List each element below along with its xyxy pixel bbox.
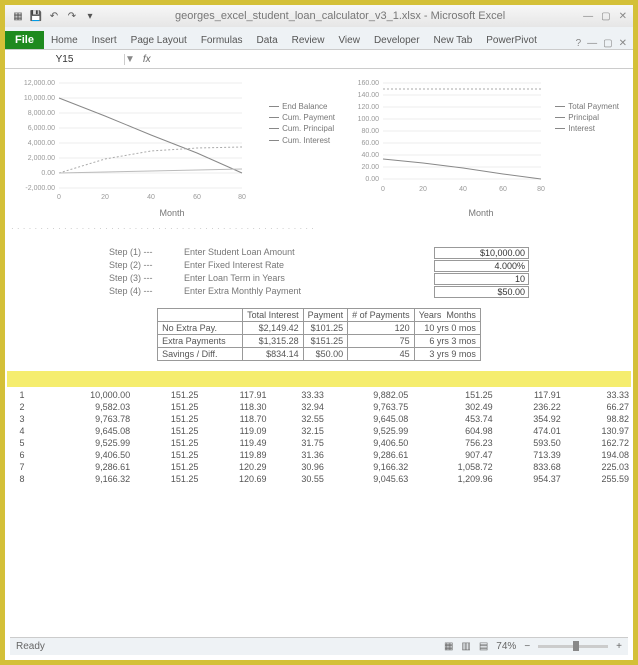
svg-text:40.00: 40.00 xyxy=(361,152,379,159)
svg-text:60: 60 xyxy=(193,194,201,201)
svg-text:80: 80 xyxy=(238,194,246,201)
window-controls: — ▢ ✕ xyxy=(583,11,627,22)
zoom-out-button[interactable]: − xyxy=(524,641,530,652)
svg-text:-2,000.00: -2,000.00 xyxy=(25,185,55,192)
qat-more-icon[interactable]: ▾ xyxy=(83,9,97,23)
amortization-table: 110,000.00151.25117.9133.339,882.05151.2… xyxy=(7,389,631,485)
tab-powerpivot[interactable]: PowerPivot xyxy=(479,32,544,49)
tab-insert[interactable]: Insert xyxy=(85,32,124,49)
view-layout-icon[interactable]: ▥ xyxy=(461,641,470,652)
excel-icon: ▦ xyxy=(11,9,25,23)
svg-text:160.00: 160.00 xyxy=(358,80,380,87)
svg-text:60: 60 xyxy=(499,186,507,193)
header-band xyxy=(7,371,631,387)
chart-payment[interactable]: 160.00 140.00 120.00 100.00 80.00 60.00 … xyxy=(341,73,621,218)
summary-table: Total InterestPayment# of PaymentsYears … xyxy=(157,308,481,361)
ribbon-min-icon[interactable]: — xyxy=(587,38,597,49)
status-ready: Ready xyxy=(16,641,45,652)
tab-home[interactable]: Home xyxy=(44,32,85,49)
svg-text:0.00: 0.00 xyxy=(365,176,379,183)
name-box[interactable]: Y15 xyxy=(5,54,125,65)
tab-new[interactable]: New Tab xyxy=(427,32,480,49)
svg-text:20: 20 xyxy=(101,194,109,201)
undo-icon[interactable]: ↶ xyxy=(47,9,61,23)
tab-review[interactable]: Review xyxy=(285,32,332,49)
svg-text:0.00: 0.00 xyxy=(41,170,55,177)
status-bar: Ready ▦ ▥ ▤ 74% − + xyxy=(10,637,628,655)
tab-developer[interactable]: Developer xyxy=(367,32,427,49)
save-icon[interactable]: 💾 xyxy=(29,9,43,23)
table-row: 29,582.03151.25118.3032.949,763.75302.49… xyxy=(7,401,631,413)
chart-xlabel-right: Month xyxy=(341,208,621,218)
formula-bar: Y15 ▼ fx xyxy=(5,49,633,69)
fx-icon[interactable]: fx xyxy=(135,54,159,65)
svg-text:8,000.00: 8,000.00 xyxy=(28,110,55,117)
chart-legend-right: Total Payment Principal Interest xyxy=(555,101,619,135)
tab-formulas[interactable]: Formulas xyxy=(194,32,250,49)
svg-text:0: 0 xyxy=(57,194,61,201)
quick-access-toolbar: ▦ 💾 ↶ ↷ ▾ xyxy=(11,9,97,23)
help-icon[interactable]: ? xyxy=(576,38,582,49)
svg-text:12,000.00: 12,000.00 xyxy=(24,80,55,87)
name-box-dropdown-icon[interactable]: ▼ xyxy=(125,54,135,65)
svg-text:0: 0 xyxy=(381,186,385,193)
rate-input[interactable]: 4.000% xyxy=(434,260,529,272)
svg-text:120.00: 120.00 xyxy=(358,104,380,111)
svg-text:20: 20 xyxy=(419,186,427,193)
table-row: 69,406.50151.25119.8931.369,286.61907.47… xyxy=(7,449,631,461)
svg-text:2,000.00: 2,000.00 xyxy=(28,155,55,162)
maximize-button[interactable]: ▢ xyxy=(601,11,610,22)
svg-text:140.00: 140.00 xyxy=(358,92,380,99)
chart-balance[interactable]: 12,000.00 10,000.00 8,000.00 6,000.00 4,… xyxy=(7,73,337,218)
svg-text:40: 40 xyxy=(147,194,155,201)
table-row: 89,166.32151.25120.6930.559,045.631,209.… xyxy=(7,473,631,485)
svg-text:100.00: 100.00 xyxy=(358,116,380,123)
table-row: 59,525.99151.25119.4931.759,406.50756.23… xyxy=(7,437,631,449)
ribbon-max-icon[interactable]: ▢ xyxy=(603,38,612,49)
tab-page-layout[interactable]: Page Layout xyxy=(124,32,194,49)
table-row: 79,286.61151.25120.2930.969,166.321,058.… xyxy=(7,461,631,473)
svg-text:40: 40 xyxy=(459,186,467,193)
note-text: · · · · · · · · · · · · · · · · · · · · … xyxy=(7,218,631,243)
svg-text:10,000.00: 10,000.00 xyxy=(24,95,55,102)
window-title: georges_excel_student_loan_calculator_v3… xyxy=(97,10,583,22)
chart-legend-left: End Balance Cum. Payment Cum. Principal … xyxy=(269,101,335,146)
view-normal-icon[interactable]: ▦ xyxy=(444,641,453,652)
table-row: 39,763.78151.25118.7032.559,645.08453.74… xyxy=(7,413,631,425)
worksheet-area[interactable]: 12,000.00 10,000.00 8,000.00 6,000.00 4,… xyxy=(5,69,633,489)
close-button[interactable]: ✕ xyxy=(619,11,627,22)
redo-icon[interactable]: ↷ xyxy=(65,9,79,23)
svg-text:6,000.00: 6,000.00 xyxy=(28,125,55,132)
ribbon-close-icon[interactable]: ✕ xyxy=(619,38,627,49)
zoom-slider[interactable] xyxy=(538,645,608,648)
zoom-in-button[interactable]: + xyxy=(616,641,622,652)
ribbon: File Home Insert Page Layout Formulas Da… xyxy=(5,27,633,49)
table-row: 49,645.08151.25119.0932.159,525.99604.98… xyxy=(7,425,631,437)
steps-block: Step (1) ---Enter Student Loan Amount$10… xyxy=(109,247,529,298)
svg-text:20.00: 20.00 xyxy=(361,164,379,171)
loan-amount-input[interactable]: $10,000.00 xyxy=(434,247,529,259)
svg-text:4,000.00: 4,000.00 xyxy=(28,140,55,147)
svg-text:80: 80 xyxy=(537,186,545,193)
svg-text:60.00: 60.00 xyxy=(361,140,379,147)
tab-data[interactable]: Data xyxy=(250,32,285,49)
svg-text:80.00: 80.00 xyxy=(361,128,379,135)
minimize-button[interactable]: — xyxy=(583,11,593,22)
file-tab[interactable]: File xyxy=(5,31,44,49)
table-row: 110,000.00151.25117.9133.339,882.05151.2… xyxy=(7,389,631,401)
view-break-icon[interactable]: ▤ xyxy=(479,641,488,652)
extra-input[interactable]: $50.00 xyxy=(434,286,529,298)
zoom-level[interactable]: 74% xyxy=(496,641,516,652)
chart-xlabel-left: Month xyxy=(7,208,337,218)
title-bar: ▦ 💾 ↶ ↷ ▾ georges_excel_student_loan_cal… xyxy=(5,5,633,27)
tab-view[interactable]: View xyxy=(331,32,367,49)
term-input[interactable]: 10 xyxy=(434,273,529,285)
